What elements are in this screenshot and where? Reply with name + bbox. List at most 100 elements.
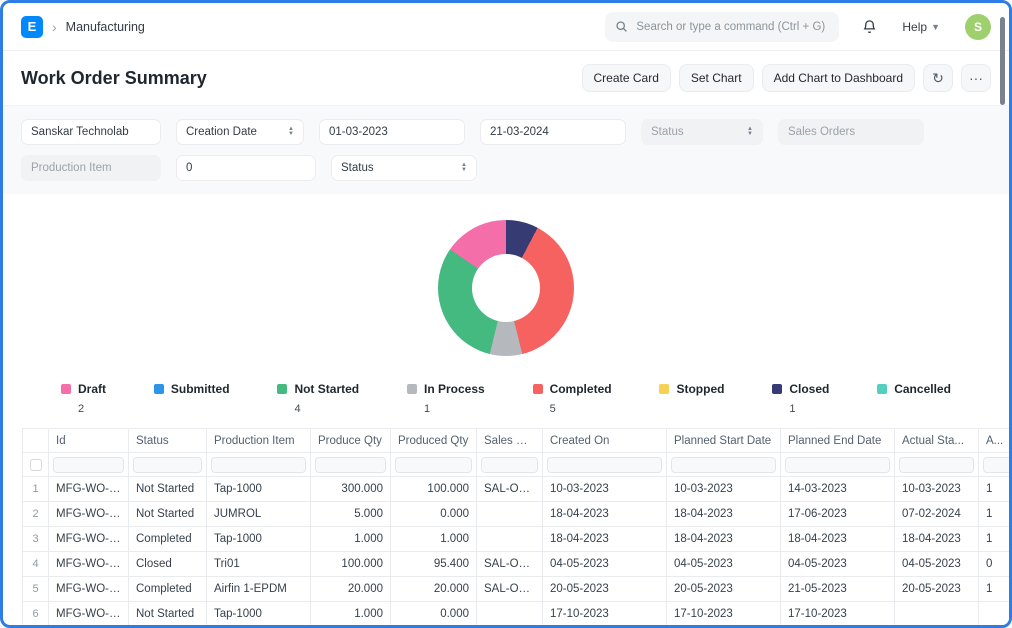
cell-id[interactable]: MFG-WO-2... [49, 602, 129, 627]
filter-section: Creation Date ▲▼ Status ▲▼ Sales Orders … [3, 106, 1009, 194]
field-select[interactable]: Creation Date ▲▼ [176, 119, 304, 145]
erpnext-logo-icon[interactable]: E [21, 16, 43, 38]
chevron-down-icon: ▼ [931, 22, 940, 32]
legend-item-closed[interactable]: Closed 1 [772, 382, 829, 416]
legend-swatch [154, 384, 164, 394]
cell-production-item: Tri01 [207, 552, 311, 577]
age-filter[interactable] [176, 155, 316, 181]
column-header-produce-qty[interactable]: Produce Qty [311, 429, 391, 453]
sales-orders-filter[interactable]: Sales Orders [778, 119, 924, 145]
legend-swatch [877, 384, 887, 394]
table-row[interactable]: 1 MFG-WO-2... Not Started Tap-1000 300.0… [23, 477, 1012, 502]
legend-item-draft[interactable]: Draft 2 [61, 382, 106, 416]
column-filter-input[interactable] [395, 457, 472, 473]
cell-created-on: 10-03-2023 [543, 477, 667, 502]
column-filter-input[interactable] [983, 457, 1012, 473]
cell-id[interactable]: MFG-WO-2... [49, 577, 129, 602]
legend-swatch [277, 384, 287, 394]
column-header-sales-order[interactable]: Sales Or... [477, 429, 543, 453]
page-title: Work Order Summary [21, 68, 207, 89]
date-to-filter[interactable] [480, 119, 626, 145]
column-header-actual-end[interactable]: A... [979, 429, 1012, 453]
search-input[interactable] [636, 21, 829, 33]
column-header-production-item[interactable]: Production Item [207, 429, 311, 453]
column-header-id[interactable]: Id [49, 429, 129, 453]
filter-cell [129, 453, 207, 477]
column-header-planned-start-date[interactable]: Planned Start Date [667, 429, 781, 453]
add-chart-to-dashboard-button[interactable]: Add Chart to Dashboard [762, 64, 915, 92]
legend-item-cancelled[interactable]: Cancelled [877, 382, 951, 416]
cell-row-number: 2 [23, 502, 49, 527]
cell-produced-qty: 1.000 [391, 527, 477, 552]
legend-item-not-started[interactable]: Not Started 4 [277, 382, 359, 416]
legend-count: 2 [78, 403, 106, 416]
cell-created-on: 04-05-2023 [543, 552, 667, 577]
date-from-filter[interactable] [319, 119, 465, 145]
column-header-actual-start[interactable]: Actual Sta... [895, 429, 979, 453]
set-chart-button[interactable]: Set Chart [679, 64, 754, 92]
menu-button[interactable]: ··· [961, 64, 991, 92]
table-row[interactable]: 4 MFG-WO-2... Closed Tri01 100.000 95.40… [23, 552, 1012, 577]
age-filter-input[interactable] [186, 162, 306, 174]
cell-id[interactable]: MFG-WO-2... [49, 477, 129, 502]
column-header-status[interactable]: Status [129, 429, 207, 453]
cell-id[interactable]: MFG-WO-2... [49, 502, 129, 527]
column-filter-input[interactable] [671, 457, 776, 473]
refresh-button[interactable]: ↻ [923, 64, 953, 92]
cell-id[interactable]: MFG-WO-2... [49, 552, 129, 577]
cell-production-item: Tap-1000 [207, 527, 311, 552]
table-row[interactable]: 3 MFG-WO-2... Completed Tap-1000 1.000 1… [23, 527, 1012, 552]
status-select[interactable]: Status ▲▼ [331, 155, 477, 181]
legend-item-completed[interactable]: Completed 5 [533, 382, 612, 416]
production-item-filter[interactable]: Production Item [21, 155, 161, 181]
cell-created-on: 18-04-2023 [543, 502, 667, 527]
status-select-value: Status [341, 162, 374, 174]
cell-planned-start: 04-05-2023 [667, 552, 781, 577]
cell-planned-start: 18-04-2023 [667, 527, 781, 552]
cell-actual-start: 04-05-2023 [895, 552, 979, 577]
user-avatar[interactable]: S [965, 14, 991, 40]
legend-label: Stopped [676, 382, 724, 396]
create-card-button[interactable]: Create Card [582, 64, 671, 92]
select-all-checkbox[interactable] [30, 459, 42, 471]
legend-count: 1 [424, 403, 485, 416]
table-row[interactable]: 5 MFG-WO-2... Completed Airfin 1-EPDM 20… [23, 577, 1012, 602]
company-filter-input[interactable] [31, 126, 151, 138]
cell-produced-qty: 0.000 [391, 602, 477, 627]
column-header-produced-qty[interactable]: Produced Qty [391, 429, 477, 453]
column-header-planned-end-date[interactable]: Planned End Date [781, 429, 895, 453]
global-search[interactable] [605, 12, 839, 42]
legend-item-submitted[interactable]: Submitted [154, 382, 230, 416]
vertical-scrollbar[interactable] [1000, 17, 1005, 105]
column-filter-input[interactable] [211, 457, 306, 473]
legend-item-in-process[interactable]: In Process 1 [407, 382, 485, 416]
table-row[interactable]: 6 MFG-WO-2... Not Started Tap-1000 1.000… [23, 602, 1012, 627]
cell-id[interactable]: MFG-WO-2... [49, 527, 129, 552]
date-to-input[interactable] [490, 126, 616, 138]
column-filter-input[interactable] [785, 457, 890, 473]
cell-planned-end: 17-06-2023 [781, 502, 895, 527]
company-filter[interactable] [21, 119, 161, 145]
status-filter-disabled[interactable]: Status ▲▼ [641, 119, 763, 145]
column-filter-input[interactable] [53, 457, 124, 473]
cell-planned-end: 18-04-2023 [781, 527, 895, 552]
cell-status: Completed [129, 577, 207, 602]
date-from-input[interactable] [329, 126, 455, 138]
cell-status: Not Started [129, 602, 207, 627]
column-filter-input[interactable] [133, 457, 202, 473]
column-filter-input[interactable] [899, 457, 974, 473]
donut-chart[interactable] [438, 220, 574, 356]
column-filter-input[interactable] [315, 457, 386, 473]
legend-item-stopped[interactable]: Stopped [659, 382, 724, 416]
notifications-bell-icon[interactable] [862, 19, 877, 34]
table-row[interactable]: 2 MFG-WO-2... Not Started JUMROL 5.000 0… [23, 502, 1012, 527]
help-menu[interactable]: Help ▼ [902, 20, 940, 34]
cell-row-number: 3 [23, 527, 49, 552]
breadcrumb[interactable]: Manufacturing [66, 20, 145, 34]
column-filter-input[interactable] [547, 457, 662, 473]
column-filter-input[interactable] [481, 457, 538, 473]
filter-cell [543, 453, 667, 477]
legend-label: Draft [78, 382, 106, 396]
cell-status: Completed [129, 527, 207, 552]
column-header-created-on[interactable]: Created On [543, 429, 667, 453]
